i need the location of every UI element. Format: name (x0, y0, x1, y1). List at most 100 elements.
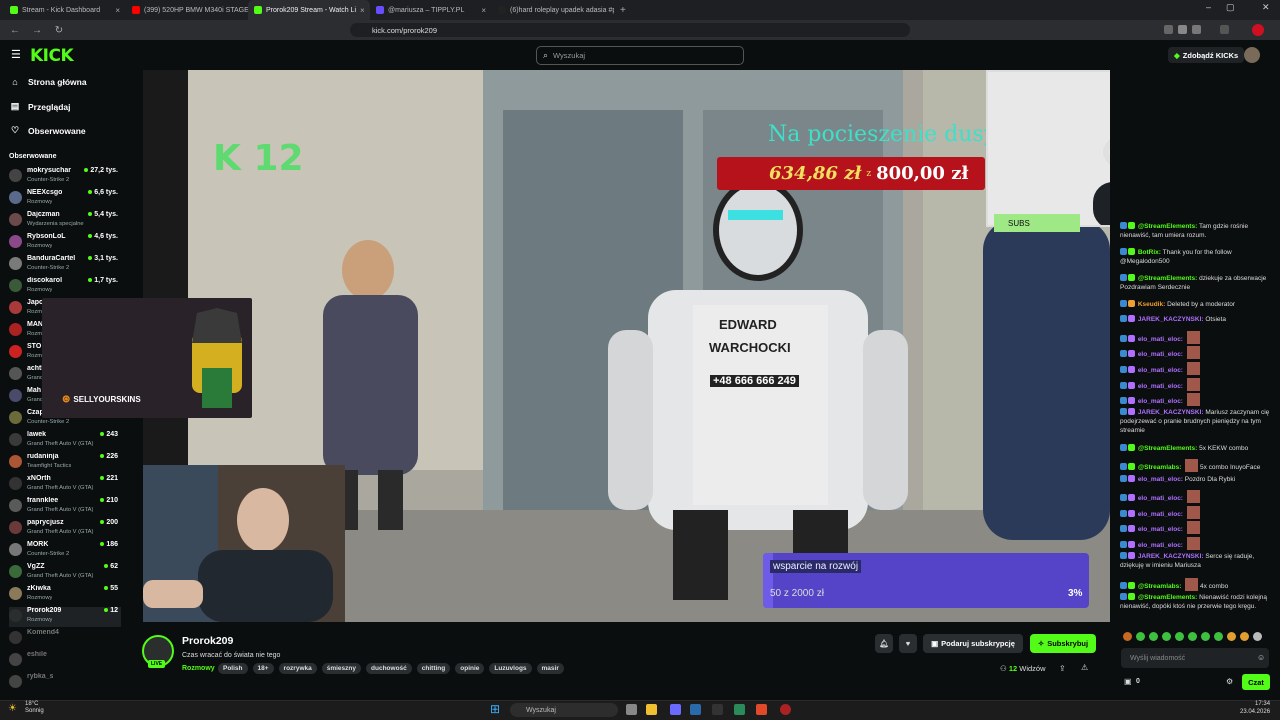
nav-following[interactable]: ♡ Obserwowane (10, 125, 86, 136)
chat-username[interactable]: elo_mati_eloc: (1138, 511, 1183, 518)
brave-icon[interactable] (756, 704, 767, 715)
user-avatar[interactable] (1244, 47, 1260, 63)
sidebar-channel[interactable]: RybsonLoL Rozmowy 4,6 tys. (9, 233, 121, 253)
profile-icon[interactable] (1252, 24, 1264, 36)
clock[interactable]: 17:34 23.04.2026 (1240, 701, 1270, 717)
stream-tag[interactable]: duchowość (366, 663, 412, 674)
chat-username[interactable]: elo_mati_eloc: (1138, 495, 1183, 502)
browser-tab[interactable]: (399) 520HP BMW M340i STAGE 2 //× (126, 0, 248, 20)
stream-tag[interactable]: chitting (416, 663, 451, 674)
chat-username[interactable]: @StreamElements: (1138, 445, 1197, 452)
sidebar-channel[interactable]: VgZZ Grand Theft Auto V (GTA) 62 (9, 563, 121, 583)
discord-icon[interactable] (670, 704, 681, 715)
menu-icon[interactable]: ☰ (11, 48, 21, 61)
ad-brand[interactable]: ⊛ SELLYOURSKINS (62, 394, 141, 405)
report-icon[interactable]: ⚠ (1081, 663, 1088, 672)
stream-tag[interactable]: Polish (218, 663, 248, 674)
app-icon[interactable] (712, 704, 723, 715)
stream-category[interactable]: Rozmowy (182, 665, 215, 672)
sidebar-channel[interactable]: rudaninja Teamfight Tactics 226 (9, 453, 121, 473)
browser-tab[interactable]: Stream - Kick Dashboard × (4, 0, 126, 20)
close-tab-icon[interactable]: × (115, 6, 120, 15)
chat-username[interactable]: elo_mati_eloc: (1138, 476, 1183, 483)
sidebar-channel[interactable]: discokarol Rozmowy 1,7 tys. (9, 277, 121, 297)
chat-username[interactable]: BotRix: (1138, 249, 1161, 256)
stream-tag[interactable]: opinie (455, 663, 485, 674)
chat-username[interactable]: JAREK_KACZYNSKI: (1138, 316, 1204, 323)
chat-username[interactable]: elo_mati_eloc: (1138, 383, 1183, 390)
streamer-name[interactable]: Prorok209 (182, 635, 233, 647)
sidebar-channel[interactable]: rybka_s (9, 673, 121, 693)
close-tab-icon[interactable]: × (360, 6, 365, 15)
share-icon[interactable]: ⇪ (1059, 664, 1066, 673)
chat-username[interactable]: elo_mati_eloc: (1138, 398, 1183, 405)
chat-username[interactable]: elo_mati_eloc: (1138, 526, 1183, 533)
browser-tab[interactable]: Prorok209 Stream - Watch Li × (248, 0, 370, 20)
taskbar-search[interactable]: Wyszukaj (510, 703, 618, 717)
stream-tag[interactable]: rozrywka (278, 663, 317, 674)
browser-tab[interactable]: (6)hard roleplay upadek adasia #paj× (492, 0, 614, 20)
nav-home[interactable]: ⌂ Strona główna (10, 77, 86, 87)
sidebar-channel[interactable]: MORK Counter-Strike 2 186 (9, 541, 121, 561)
close-tab-icon[interactable]: × (481, 6, 486, 15)
nav-browse[interactable]: ▤ Przeglądaj (10, 101, 71, 112)
sidebar-channel[interactable]: Dajczman Wydarzenia specjalne 5,4 tys. (9, 211, 121, 231)
explorer-icon[interactable] (646, 704, 657, 715)
new-tab-button[interactable]: + (620, 5, 626, 16)
stream-tag[interactable]: 18+ (252, 663, 274, 674)
sidebar-channel[interactable]: NEEXcsgo Rozmowy 6,6 tys. (9, 189, 121, 209)
sidebar-channel[interactable]: frannklee Grand Theft Auto V (GTA) 210 (9, 497, 121, 517)
gift-sub-button[interactable]: ▣ Podaruj subskrypcję (923, 634, 1023, 653)
chat-username[interactable]: JAREK_KACZYNSKI: (1138, 553, 1204, 560)
sidebar-channel[interactable]: zKiwka Rozmowy 55 (9, 585, 121, 605)
chat-username[interactable]: @Streamlabs: (1138, 583, 1182, 590)
reload-icon[interactable]: ↻ (52, 25, 66, 36)
back-icon[interactable]: ← (8, 25, 22, 36)
extension-icon[interactable] (1178, 25, 1187, 34)
forward-icon[interactable]: → (30, 25, 44, 36)
sidebar-channel[interactable]: lawek Grand Theft Auto V (GTA) 243 (9, 431, 121, 451)
emoji-icon[interactable]: ☺ (1257, 653, 1265, 662)
chat-username[interactable]: elo_mati_eloc: (1138, 351, 1183, 358)
start-icon[interactable]: ⊞ (490, 702, 500, 716)
sidebar-channel[interactable]: BanduraCartel Counter-Strike 2 3,1 tys. (9, 255, 121, 275)
weather-widget[interactable]: 18°C Sonnig (25, 701, 44, 715)
browser-tab[interactable]: @mariusza – TIPPLY.PL × (370, 0, 492, 20)
close-window-icon[interactable]: ✕ (1262, 2, 1270, 13)
follow-button[interactable]: ♥ (899, 634, 917, 653)
extension-icon[interactable] (1220, 25, 1229, 34)
obs-icon[interactable] (780, 704, 791, 715)
url-field[interactable]: kick.com/prorok209 (350, 23, 910, 37)
chat-username[interactable]: @StreamElements: (1138, 594, 1197, 601)
chat-username[interactable]: @StreamElements: (1138, 275, 1197, 282)
chat-input[interactable]: Wyślij wiadomość ☺ (1121, 648, 1269, 668)
extension-icon[interactable] (1192, 25, 1201, 34)
extension-icon[interactable] (1164, 25, 1173, 34)
minimize-icon[interactable]: – (1206, 2, 1211, 12)
chat-settings-icon[interactable]: ⚙ (1226, 677, 1233, 686)
sidebar-channel[interactable]: Komend4 (9, 629, 121, 649)
chat-username[interactable]: JAREK_KACZYNSKI: (1138, 409, 1204, 416)
emote-bar[interactable] (1123, 632, 1271, 644)
stream-tag[interactable]: śmieszny (321, 663, 362, 674)
chat-username[interactable]: elo_mati_eloc: (1138, 367, 1183, 374)
chat-username[interactable]: elo_mati_eloc: (1138, 542, 1183, 549)
steam-icon[interactable] (690, 704, 701, 715)
sidebar-channel[interactable]: mokrysuchar Counter-Strike 2 27,2 tys. (9, 167, 121, 187)
subscribe-button[interactable]: ✧ Subskrybuj (1030, 634, 1096, 653)
notifications-button[interactable]: 🔔︎ (875, 634, 893, 653)
maximize-icon[interactable]: ▢ (1226, 2, 1235, 13)
sidebar-channel[interactable]: eshile (9, 651, 121, 671)
chat-username[interactable]: @StreamElements: (1138, 223, 1197, 230)
sidebar-channel[interactable]: paprycjusz Grand Theft Auto V (GTA) 200 (9, 519, 121, 539)
stream-tag[interactable]: masir (536, 663, 564, 674)
search-input[interactable]: ⌕ Wyszukaj (536, 46, 744, 65)
stream-tag[interactable]: Luzuvlogs (489, 663, 532, 674)
chat-username[interactable]: elo_mati_eloc: (1138, 336, 1183, 343)
chat-username[interactable]: @Streamlabs: (1138, 464, 1182, 471)
chat-send-button[interactable]: Czat (1242, 674, 1270, 690)
app-icon[interactable] (734, 704, 745, 715)
chat-username[interactable]: Kseudik: (1138, 301, 1165, 308)
kick-logo[interactable]: KICK (30, 46, 74, 66)
get-kicks-button[interactable]: ◆ Zdobądź KICKs (1168, 47, 1245, 63)
